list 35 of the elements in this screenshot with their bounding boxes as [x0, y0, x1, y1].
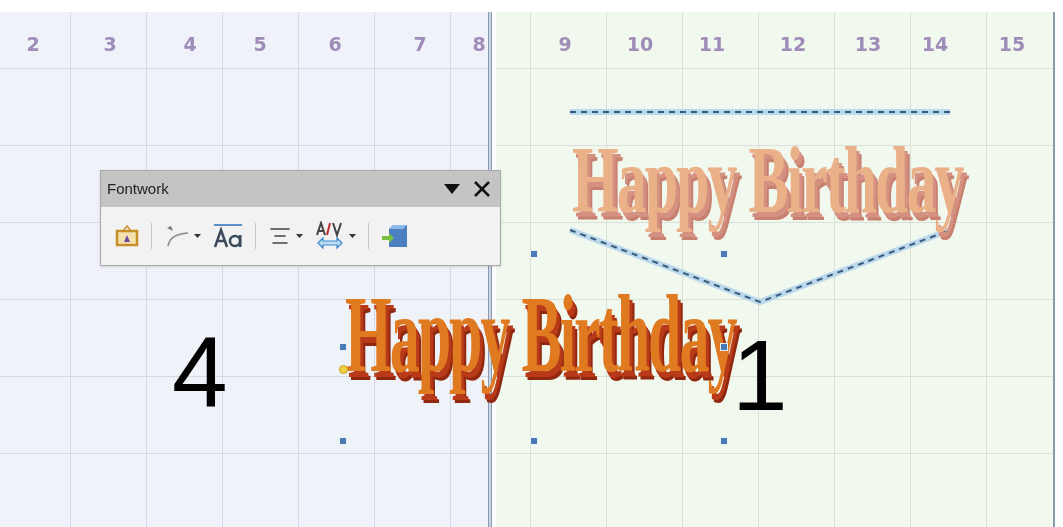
- rotation-handle[interactable]: [339, 365, 348, 374]
- column-number: 7: [413, 32, 427, 57]
- selection-handle[interactable]: [720, 250, 728, 258]
- fontwork-text[interactable]: Happy Birthday: [572, 118, 971, 250]
- column-number: 6: [328, 32, 342, 57]
- selection-handle[interactable]: [720, 437, 728, 445]
- dropdown-arrow-icon[interactable]: [444, 184, 460, 194]
- framed-picture-icon: [115, 225, 139, 247]
- column-number: 8: [472, 32, 486, 57]
- column-number: 3: [103, 32, 117, 57]
- caret-icon: [296, 234, 303, 238]
- page-number: 4: [172, 322, 228, 422]
- column-number: 15: [998, 32, 1026, 57]
- letter-height-icon: [213, 223, 243, 249]
- column-number: 13: [854, 32, 882, 57]
- extrusion-icon: [381, 223, 409, 249]
- caret-icon: [194, 234, 201, 238]
- toolbar-title: Fontwork: [107, 178, 170, 199]
- column-number: 2: [26, 32, 40, 57]
- selection-handle[interactable]: [339, 343, 347, 351]
- selection-handle[interactable]: [720, 343, 728, 351]
- column-number: 14: [921, 32, 949, 57]
- column-number: 5: [253, 32, 267, 57]
- column-number: 9: [558, 32, 572, 57]
- selection-handle[interactable]: [530, 437, 538, 445]
- close-icon[interactable]: [474, 181, 490, 197]
- column-number: 4: [183, 32, 197, 57]
- column-number: 10: [626, 32, 654, 57]
- column-number: 11: [698, 32, 726, 57]
- selection-handle[interactable]: [530, 250, 538, 258]
- letter-spacing-icon: [315, 221, 345, 251]
- selection-handle[interactable]: [339, 437, 347, 445]
- arc-icon: [164, 225, 190, 247]
- column-number: 12: [779, 32, 807, 57]
- caret-icon: [349, 234, 356, 238]
